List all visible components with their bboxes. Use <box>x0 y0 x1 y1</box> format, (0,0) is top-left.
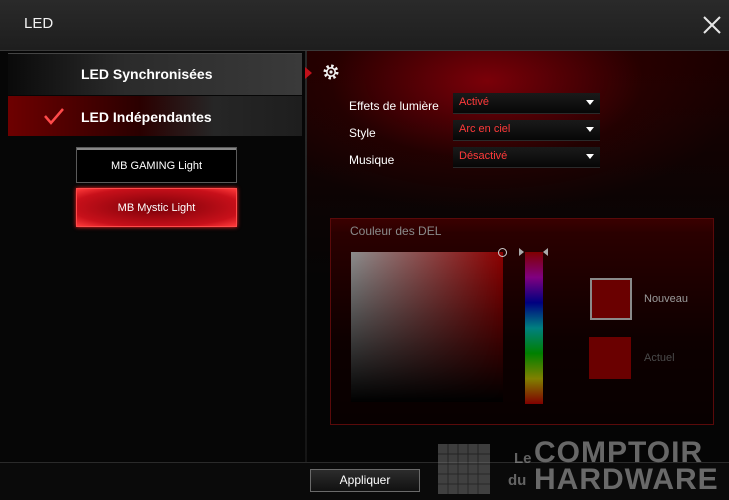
effects-dropdown[interactable]: Activé <box>453 93 600 114</box>
style-label: Style <box>349 126 376 140</box>
style-dropdown[interactable]: Arc en ciel <box>453 120 600 141</box>
close-icon[interactable] <box>700 13 724 37</box>
current-color-swatch <box>589 337 631 379</box>
saturation-value-picker[interactable] <box>351 252 503 402</box>
apply-button[interactable]: Appliquer <box>310 469 420 492</box>
window-title: LED <box>24 15 54 32</box>
chevron-down-icon <box>586 127 594 132</box>
chevron-down-icon <box>586 154 594 159</box>
active-panel-arrow-icon <box>305 67 312 79</box>
music-value: Désactivé <box>459 150 508 162</box>
new-color-swatch <box>590 278 632 320</box>
device-button-mb-mystic-light[interactable]: MB Mystic Light <box>76 188 237 227</box>
color-panel-title: Couleur des DEL <box>350 224 442 238</box>
music-label: Musique <box>349 153 395 167</box>
hue-slider-handle-left[interactable] <box>519 248 524 256</box>
main-area: LED Synchronisées LED Indépendantes MB G… <box>0 51 729 462</box>
sidebar-item-led-synchronisees[interactable]: LED Synchronisées <box>8 53 302 95</box>
color-picker-panel: Couleur des DEL Nouveau Actuel <box>330 218 714 425</box>
style-value: Arc en ciel <box>459 123 511 135</box>
title-bar: LED <box>0 0 729 51</box>
effects-value: Activé <box>459 96 489 108</box>
new-color-label: Nouveau <box>644 293 689 305</box>
footer: Appliquer <box>0 462 729 500</box>
check-icon <box>44 108 64 125</box>
chevron-down-icon <box>586 100 594 105</box>
device-button-mb-gaming-light[interactable]: MB GAMING Light <box>76 147 237 183</box>
gear-icon <box>323 64 339 80</box>
effects-label: Effets de lumière <box>349 99 439 113</box>
sidebar-item-label: LED Synchronisées <box>81 66 213 82</box>
hue-slider[interactable] <box>525 252 543 404</box>
sidebar-item-label: LED Indépendantes <box>81 109 212 125</box>
color-picker-handle[interactable] <box>498 248 507 257</box>
music-dropdown[interactable]: Désactivé <box>453 147 600 168</box>
hue-slider-handle-right[interactable] <box>543 248 548 256</box>
sidebar: LED Synchronisées LED Indépendantes MB G… <box>0 51 305 462</box>
sidebar-item-led-independantes[interactable]: LED Indépendantes <box>8 96 302 136</box>
settings-panel: Effets de lumière Activé Style Arc en ci… <box>307 51 729 462</box>
current-color-label: Actuel <box>644 352 675 364</box>
